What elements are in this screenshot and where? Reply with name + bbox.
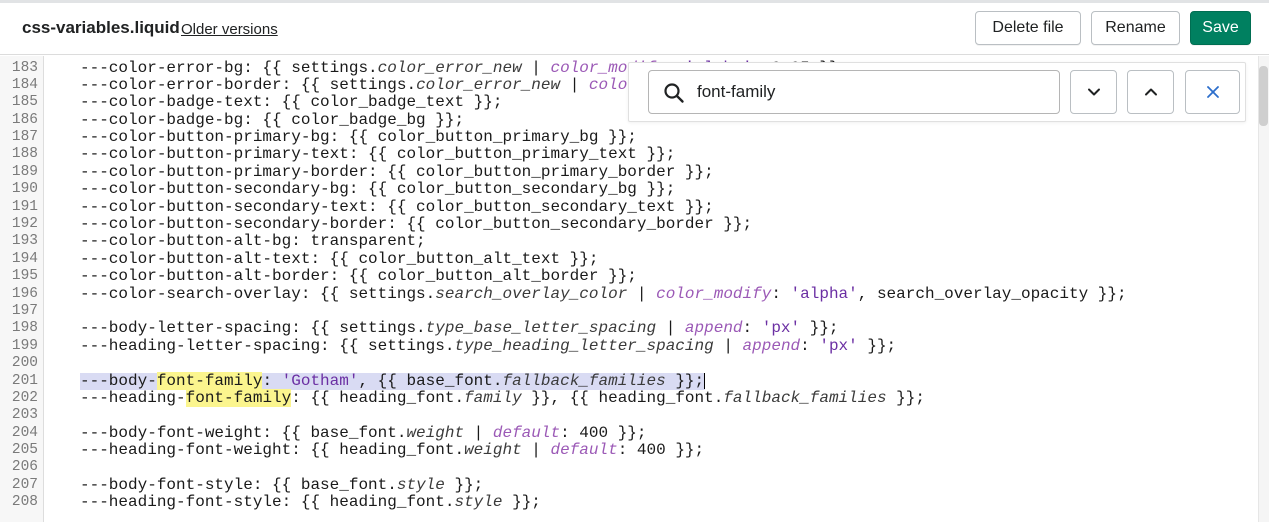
file-name: css-variables.liquid [22,18,180,37]
code-line[interactable]: 200 [0,355,1259,372]
find-panel [628,62,1246,122]
line-number: 204 [11,424,38,441]
search-input[interactable] [697,81,1047,103]
code-editor[interactable]: 183 ---color-error-bg: {{ settings.color_… [0,56,1269,522]
line-number: 183 [11,59,38,76]
search-box[interactable] [648,70,1060,114]
find-previous-button[interactable] [1127,70,1174,114]
code-line[interactable]: 202 ---heading-font-family: {{ heading_fo… [0,388,1259,407]
line-number: 195 [11,268,38,285]
code-line[interactable]: 208 ---heading-font-style: {{ heading_fon… [0,493,1259,511]
find-next-button[interactable] [1070,70,1117,114]
line-number: 190 [11,181,38,198]
code-line[interactable]: 201 ---body-font-family: 'Gotham', {{ bas… [0,371,1259,391]
delete-file-button[interactable]: Delete file [975,11,1081,45]
code-text[interactable]: ---color-button-alt-bg: transparent; [80,232,426,250]
line-number: 193 [11,233,38,250]
code-line[interactable]: 187 ---color-button-primary-bg: {{ color_… [0,128,1259,146]
code-text[interactable]: ---color-badge-bg: {{ color_badge_bg }}; [80,111,464,129]
code-line[interactable]: 193 ---color-button-alt-bg: transparent; [0,232,1259,250]
code-line[interactable]: 194 ---color-button-alt-text: {{ color_bu… [0,250,1259,268]
line-number: 197 [11,302,38,319]
code-text[interactable]: ---body-font-weight: {{ base_font.weight… [80,424,647,442]
line-number: 208 [11,494,38,511]
line-number: 194 [11,250,38,267]
code-line[interactable]: 196 ---color-search-overlay: {{ settings.… [0,285,1259,303]
code-text[interactable]: ---color-button-secondary-text: {{ color… [80,198,714,216]
code-line[interactable]: 204 ---body-font-weight: {{ base_font.wei… [0,424,1259,442]
code-text[interactable]: ---color-badge-text: {{ color_badge_text… [80,93,502,111]
line-number: 199 [11,337,38,354]
rename-button[interactable]: Rename [1091,11,1180,45]
code-text[interactable]: ---body-font-style: {{ base_font.style }… [80,476,483,494]
save-button[interactable]: Save [1190,11,1251,45]
code-line[interactable]: 191 ---color-button-secondary-text: {{ co… [0,198,1259,216]
code-line[interactable]: 195 ---color-button-alt-border: {{ color_… [0,267,1259,285]
line-number: 203 [11,407,38,424]
code-lines[interactable]: 183 ---color-error-bg: {{ settings.color_… [0,59,1259,512]
close-find-button[interactable] [1185,70,1240,114]
code-text[interactable]: ---body-font-family: 'Gotham', {{ base_f… [80,371,706,391]
line-number: 205 [11,442,38,459]
code-text[interactable]: ---body-letter-spacing: {{ settings.type… [80,319,839,337]
code-text[interactable]: ---color-button-alt-text: {{ color_butto… [80,250,598,268]
code-line[interactable]: 199 ---heading-letter-spacing: {{ setting… [0,337,1259,355]
close-icon [1206,86,1219,98]
code-line[interactable]: 203 [0,407,1259,424]
code-text[interactable]: ---color-button-primary-text: {{ color_b… [80,146,675,164]
line-number: 188 [11,146,38,163]
code-line[interactable]: 197 [0,303,1259,320]
line-number: 185 [11,94,38,111]
search-icon [664,83,684,103]
code-text[interactable]: ---color-button-alt-border: {{ color_but… [80,267,637,285]
code-text[interactable]: ---heading-font-family: {{ heading_font.… [80,388,925,407]
line-number: 202 [11,389,38,406]
line-number: 196 [11,285,38,302]
line-number: 187 [11,129,38,146]
line-number: 207 [11,476,38,493]
code-line[interactable]: 192 ---color-button-secondary-border: {{ … [0,215,1259,233]
line-number: 189 [11,163,38,180]
code-text[interactable]: ---heading-font-style: {{ heading_font.s… [80,493,541,511]
scrollbar-thumb[interactable] [1259,66,1268,126]
code-line[interactable]: 205 ---heading-font-weight: {{ heading_fo… [0,441,1259,459]
line-number: 191 [11,198,38,215]
code-line[interactable]: 198 ---body-letter-spacing: {{ settings.t… [0,319,1259,337]
code-text[interactable]: ---color-button-secondary-border: {{ col… [80,215,752,233]
text-cursor [704,372,706,389]
code-text[interactable]: ---heading-font-weight: {{ heading_font.… [80,441,704,459]
line-number: 184 [11,76,38,93]
editor-header: css-variables.liquid Older versions Dele… [0,3,1269,55]
chevron-down-icon [1087,88,1100,96]
code-text[interactable]: ---color-button-primary-bg: {{ color_but… [80,128,637,146]
older-versions-link[interactable]: Older versions [181,21,278,38]
code-line[interactable]: 190 ---color-button-secondary-bg: {{ colo… [0,180,1259,198]
code-line[interactable]: 188 ---color-button-primary-text: {{ colo… [0,146,1259,164]
line-number: 186 [11,111,38,128]
code-text[interactable]: ---color-button-secondary-bg: {{ color_b… [80,180,675,198]
line-number: 200 [11,355,38,372]
code-text[interactable]: ---heading-letter-spacing: {{ settings.t… [80,337,896,355]
line-number: 192 [11,216,38,233]
code-text[interactable]: ---color-button-primary-border: {{ color… [80,163,714,181]
code-line[interactable]: 189 ---color-button-primary-border: {{ co… [0,163,1259,181]
chevron-up-icon [1144,88,1157,96]
line-number: 201 [11,372,38,389]
line-number: 198 [11,320,38,337]
line-number: 206 [11,459,38,476]
code-line[interactable]: 207 ---body-font-style: {{ base_font.styl… [0,476,1259,494]
code-line[interactable]: 206 [0,459,1259,476]
code-text[interactable]: ---color-search-overlay: {{ settings.sea… [80,285,1127,303]
